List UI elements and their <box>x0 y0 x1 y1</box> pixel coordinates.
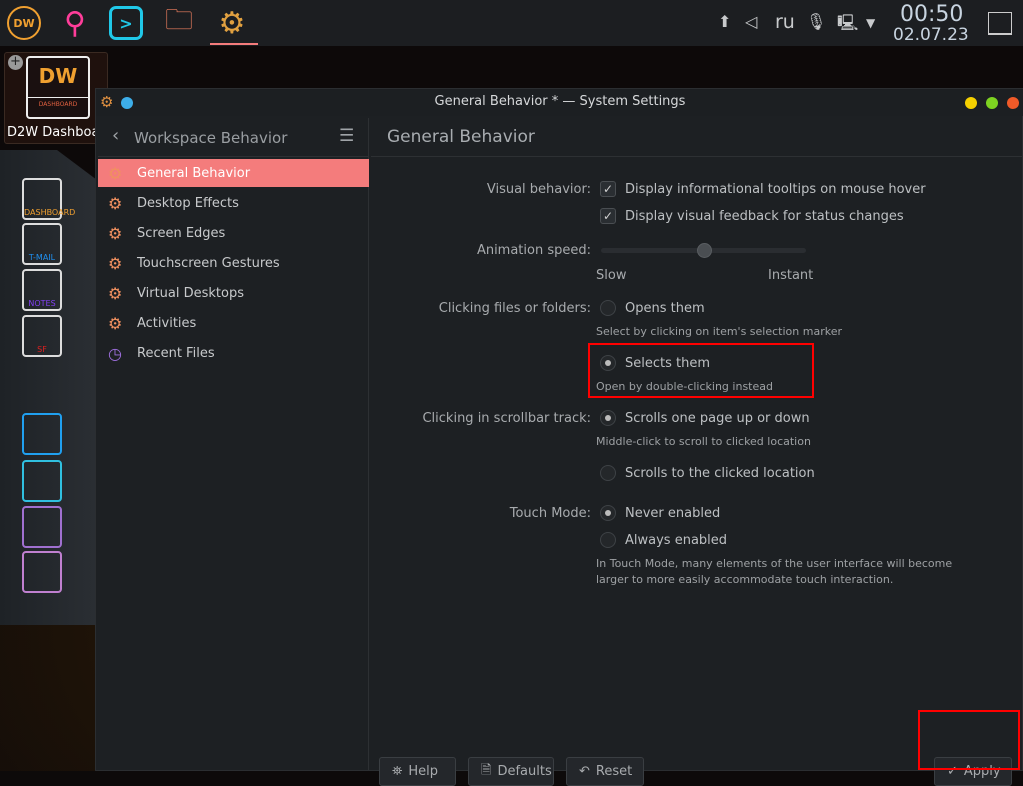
search-icon[interactable]: ⚲ <box>58 6 92 41</box>
side-dock: DASHBOARD T-MAIL NOTES SF <box>0 150 95 625</box>
update-icon[interactable]: ⬆ <box>718 12 731 31</box>
window-title: General Behavior * — System Settings <box>434 94 686 109</box>
tooltips-checkbox[interactable]: ✓ <box>600 181 616 197</box>
opens-them-option[interactable]: Opens them <box>625 301 705 316</box>
document-icon: 🗎 <box>481 762 492 778</box>
tooltips-option[interactable]: Display informational tooltips on mouse … <box>625 182 926 197</box>
slider-min-label: Slow <box>596 268 627 283</box>
defaults-button[interactable]: 🗎 Defaults <box>468 757 554 786</box>
help-label: Help <box>408 764 439 779</box>
sidebar-item-label: Recent Files <box>137 345 215 361</box>
title-bar[interactable]: ⚙ General Behavior * — System Settings <box>96 89 1023 116</box>
status-feedback-checkbox[interactable]: ✓ <box>600 208 616 224</box>
add-icon[interactable]: + <box>8 55 23 70</box>
volume-icon[interactable]: ◁ <box>745 12 757 31</box>
settings-window: ⚙ General Behavior * — System Settings ‹… <box>95 88 1023 786</box>
reset-label: Reset <box>595 764 633 779</box>
always-enabled-radio[interactable] <box>600 532 616 548</box>
dock-notes[interactable]: NOTES <box>22 269 62 311</box>
clock-date[interactable]: 02.07.23 <box>893 25 969 45</box>
back-icon[interactable]: ‹ <box>112 125 119 146</box>
minimize-button[interactable] <box>965 97 977 109</box>
opens-them-hint: Select by clicking on item's selection m… <box>596 325 842 338</box>
top-panel: DW ⚲ > 🗀 ⚙ ⬆ ◁ ru 🎙 🖳 ▼ 00:50 02.07.23 <box>0 0 1023 46</box>
animation-speed-label: Animation speed: <box>476 243 591 258</box>
scroll-page-hint: Middle-click to scroll to clicked locati… <box>596 435 811 448</box>
sidebar-title: Workspace Behavior <box>134 129 288 147</box>
menu-icon[interactable]: ☰ <box>339 126 354 146</box>
gear-icon: ⚙ <box>108 193 123 213</box>
help-button[interactable]: ⛯ Help <box>379 757 456 786</box>
dock-sf[interactable]: SF <box>22 315 62 357</box>
slider-handle[interactable] <box>696 243 712 258</box>
network-icon[interactable]: 🖳 <box>837 12 858 39</box>
main-content: General Behavior Visual behavior: ✓ Disp… <box>371 118 1022 786</box>
scroll-page-option[interactable]: Scrolls one page up or down <box>625 411 810 426</box>
scroll-location-radio[interactable] <box>600 465 616 481</box>
scroll-page-radio[interactable] <box>600 410 616 426</box>
scroll-location-option[interactable]: Scrolls to the clicked location <box>625 466 815 481</box>
desktop-icon-d2w-dashboard[interactable]: + DW DASHBOARD D2W Dashboard <box>4 52 108 144</box>
highlight-box <box>588 343 814 398</box>
sidebar-item-label: Touchscreen Gestures <box>137 255 280 271</box>
folder-icon[interactable]: 🗀 <box>162 3 196 40</box>
touch-mode-hint-2: larger to more easily accommodate touch … <box>596 573 894 586</box>
desktop-icon-label: D2W Dashboard <box>7 125 107 140</box>
keyboard-layout[interactable]: ru <box>775 11 795 33</box>
tray-expand-icon[interactable]: ▼ <box>866 16 875 30</box>
dock-tmail[interactable]: T-MAIL <box>22 223 62 265</box>
opens-them-radio[interactable] <box>600 300 616 316</box>
maximize-button[interactable] <box>986 97 998 109</box>
clock-time[interactable]: 00:50 <box>900 2 963 27</box>
status-feedback-option[interactable]: Display visual feedback for status chang… <box>625 209 904 224</box>
sidebar-header: ‹ Workspace Behavior ☰ <box>98 118 369 157</box>
sidebar: ‹ Workspace Behavior ☰ ⚙ General Behavior… <box>98 118 369 770</box>
visual-behavior-label: Visual behavior: <box>486 182 591 197</box>
clicking-label: Clicking files or folders: <box>438 301 591 316</box>
dock-terminal-icon[interactable] <box>22 460 62 502</box>
animation-speed-slider[interactable] <box>601 243 806 258</box>
clock-icon: ◷ <box>108 343 122 363</box>
touch-mode-label: Touch Mode: <box>509 506 591 521</box>
always-enabled-option[interactable]: Always enabled <box>625 533 727 548</box>
settings-icon[interactable]: ⚙ <box>215 6 249 41</box>
slider-max-label: Instant <box>768 268 814 283</box>
never-enabled-radio[interactable] <box>600 505 616 521</box>
gear-icon: ⚙ <box>108 223 123 243</box>
sidebar-item-label: General Behavior <box>137 165 251 181</box>
terminal-icon[interactable]: > <box>109 6 143 40</box>
defaults-label: Defaults <box>497 764 552 779</box>
dock-dashboard[interactable]: DASHBOARD <box>22 178 75 220</box>
page-title: General Behavior <box>371 118 1022 157</box>
dock-graph-icon[interactable] <box>22 506 62 548</box>
undo-icon: ↶ <box>579 764 590 779</box>
highlight-box <box>918 710 1020 770</box>
gear-icon: ⚙ <box>108 283 123 303</box>
never-enabled-option[interactable]: Never enabled <box>625 506 720 521</box>
reset-button[interactable]: ↶ Reset <box>566 757 644 786</box>
gear-icon: ⚙ <box>108 253 123 273</box>
sidebar-item-label: Screen Edges <box>137 225 226 241</box>
show-desktop-button[interactable] <box>988 12 1012 35</box>
scrollbar-label: Clicking in scrollbar track: <box>422 411 591 426</box>
close-button[interactable] <box>1007 97 1019 109</box>
sidebar-item-recent-files[interactable]: ◷ Recent Files <box>98 339 369 367</box>
sidebar-item-label: Desktop Effects <box>137 195 239 211</box>
dock-device-icon[interactable] <box>22 551 62 593</box>
sidebar-item-label: Activities <box>137 315 197 331</box>
dock-monitor-icon[interactable] <box>22 413 62 455</box>
microphone-icon[interactable]: 🎙 <box>806 12 826 31</box>
gear-icon: ⚙ <box>108 163 123 183</box>
touch-mode-hint: In Touch Mode, many elements of the user… <box>596 557 953 570</box>
gear-icon: ⚙ <box>108 313 123 333</box>
sidebar-item-label: Virtual Desktops <box>137 285 244 301</box>
active-indicator <box>210 43 258 45</box>
help-icon: ⛯ <box>392 764 403 779</box>
d2w-launcher-icon[interactable]: DW <box>7 6 41 40</box>
dashboard-logo-icon: DW DASHBOARD <box>26 56 90 119</box>
